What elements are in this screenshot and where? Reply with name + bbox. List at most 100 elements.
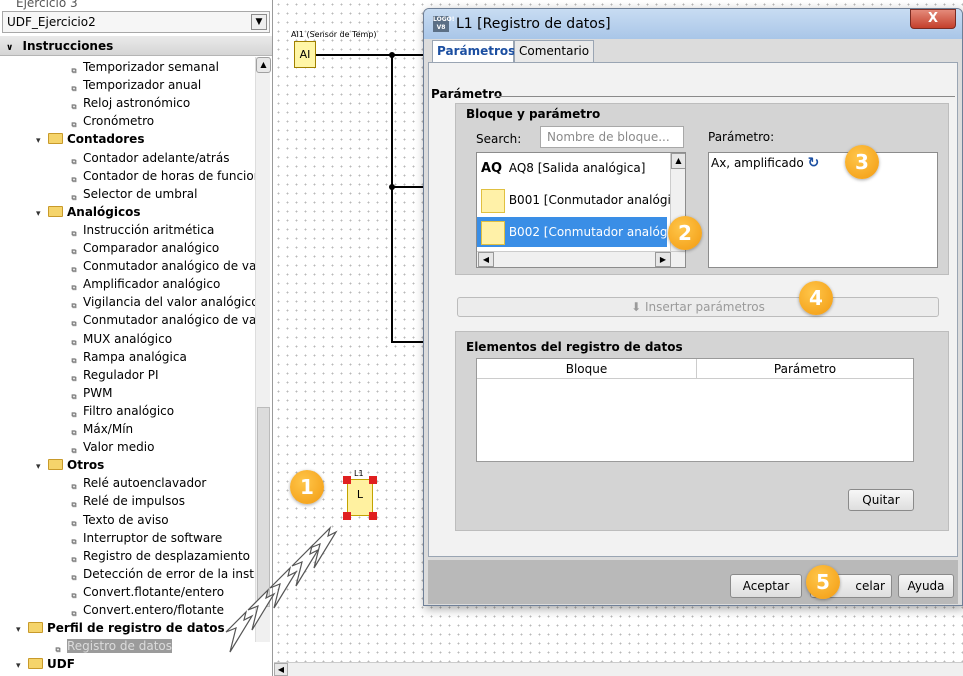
search-input[interactable]: Nombre de bloque... (540, 126, 684, 148)
tree-item[interactable]: ⧉ Filtro analógico (68, 402, 175, 420)
scroll-up-icon[interactable]: ▲ (256, 57, 271, 73)
tree-item-label: Contador de horas de funcion (83, 168, 262, 183)
expand-icon[interactable]: ▾ (36, 458, 48, 476)
project-select[interactable]: UDF_Ejercicio2 ▼ (2, 11, 270, 33)
tree-item[interactable]: ⧉ Regulador PI (68, 366, 159, 384)
tab-parametros[interactable]: Parámetros (432, 40, 515, 63)
tree-item-label: Relé de impulsos (83, 494, 185, 509)
tree-item-label: MUX analógico (83, 331, 173, 346)
resize-handle[interactable] (343, 476, 351, 484)
list-item[interactable]: B001 [Conmutador analógico (477, 185, 685, 215)
divider (495, 96, 955, 97)
group-title: Bloque y parámetro (466, 107, 601, 121)
tree-category[interactable]: ▾ Analógicos (36, 203, 141, 221)
tree-item[interactable]: ⧉ Relé de impulsos (68, 492, 185, 510)
chevron-down-icon[interactable]: ▼ (251, 14, 267, 30)
list-item[interactable]: AQ AQ8 [Salida analógica] (477, 153, 667, 183)
tree-item-label: Relé autoenclavador (83, 476, 207, 491)
list-hscrollbar[interactable]: ◀ ▶ (477, 251, 685, 267)
tree-item[interactable]: ⧉ Máx/Mín (68, 420, 134, 438)
block-list[interactable]: AQ AQ8 [Salida analógica] B001 [Conmutad… (476, 152, 686, 268)
tree-item-label: Instrucción aritmética (83, 222, 215, 237)
tree-category[interactable]: ▾ UDF (16, 655, 75, 673)
resize-handle[interactable] (369, 512, 377, 520)
data-log-block[interactable]: L (347, 479, 373, 516)
dialog-footer: Aceptar celar Ayuda (428, 560, 958, 604)
dialog-body: Parámetro Bloque y parámetro Search: Nom… (428, 62, 958, 557)
tree-item[interactable]: ⧉ PWM (68, 384, 113, 402)
remove-button[interactable]: Quitar (848, 489, 914, 511)
wire (391, 54, 393, 343)
insert-params-button[interactable]: ⬇ Insertar parámetros (457, 297, 939, 317)
tree-item[interactable]: ⧉ Contador de horas de funcion (68, 167, 262, 185)
tree-item[interactable]: ⧉ Registro de datos (52, 637, 172, 655)
tree-item[interactable]: ⧉ Contador adelante/atrás (68, 149, 230, 167)
tab-comentario[interactable]: Comentario (514, 40, 594, 62)
list-item-label: AQ8 [Salida analógica] (508, 161, 646, 175)
wire (316, 54, 424, 56)
tree-item[interactable]: ⧉ Amplificador analógico (68, 275, 221, 293)
tree-item[interactable]: ⧉ Instrucción aritmética (68, 221, 215, 239)
data-log-dialog: LOGO! V8 L1 [Registro de datos] X Paráme… (423, 8, 963, 606)
canvas-horizontal-scrollbar[interactable]: ◀ (274, 662, 963, 676)
tree-category[interactable]: ▾ Otros (36, 456, 104, 474)
tree-item[interactable]: ⧉ Vigilancia del valor analógico (68, 293, 259, 311)
tree-item-label: Convert.flotante/entero (83, 584, 225, 599)
tree-item[interactable]: ⧉ Selector de umbral (68, 185, 198, 203)
tree-item[interactable]: ⧉ MUX analógico (68, 330, 173, 348)
tree-category[interactable]: ▾ Perfil de registro de datos (16, 619, 225, 637)
tree-item[interactable]: ⧉ Relé autoenclavador (68, 474, 207, 492)
tree-item-label: Máx/Mín (83, 422, 134, 436)
close-button[interactable]: X (910, 9, 956, 29)
expand-icon[interactable]: ▾ (16, 621, 28, 639)
tree-item[interactable]: ⧉ Interruptor de software (68, 529, 223, 547)
tree-item[interactable]: ⧉ Conmutador analógico de valc (68, 311, 267, 329)
expand-icon[interactable]: ▾ (36, 132, 48, 150)
expand-icon[interactable]: ▾ (36, 205, 48, 223)
tree-item[interactable]: ⧉ Valor medio (68, 438, 155, 456)
scroll-up-icon[interactable]: ▲ (671, 153, 685, 169)
tree-item-label: Selector de umbral (83, 186, 198, 201)
help-button[interactable]: Ayuda (898, 574, 954, 598)
tree-category[interactable]: ▾ Contadores (36, 130, 144, 148)
scroll-right-icon[interactable]: ▶ (655, 252, 671, 267)
resize-handle[interactable] (369, 476, 377, 484)
tree-item[interactable]: ⧉ Convert.entero/flotante (68, 601, 225, 619)
tree-item[interactable]: ⧉ Cronómetro (68, 112, 155, 130)
tree-item[interactable]: ⧉ Convert.flotante/entero (68, 583, 225, 601)
tree-item-label: Reloj astronómico (83, 96, 191, 111)
section-header-instrucciones[interactable]: ∨ Instrucciones (0, 36, 272, 56)
scroll-left-icon[interactable]: ◀ (274, 663, 288, 676)
tree-item[interactable]: ⧉ Temporizador semanal (68, 58, 219, 76)
expand-icon[interactable]: ▾ (16, 657, 28, 675)
tree-item[interactable]: ⧉ Rampa analógica (68, 348, 187, 366)
column-header-bloque[interactable]: Bloque (477, 359, 697, 379)
tree-item[interactable]: ⧉ Texto de aviso (68, 511, 169, 529)
tree-item[interactable]: ⧉ Reloj astronómico (68, 94, 191, 112)
ai-block[interactable]: AI (294, 41, 316, 68)
folder-icon (28, 622, 43, 634)
tree-item[interactable]: ⧉ Conmutador analógico de valc (68, 257, 267, 275)
tree-item-label: Regulador PI (83, 367, 159, 382)
block-param-group: Bloque y parámetro Search: Nombre de blo… (455, 103, 949, 275)
param-list[interactable]: Ax, amplificado ↻ (708, 152, 938, 268)
param-item[interactable]: Ax, amplificado ↻ (711, 155, 819, 171)
tree-item-label: PWM (83, 385, 113, 400)
column-header-parametro[interactable]: Parámetro (697, 359, 913, 379)
mouse-cursor-trail-icon (225, 526, 338, 653)
chevron-down-icon: ∨ (6, 43, 14, 53)
tree-item[interactable]: ⧉ Temporizador anual (68, 76, 202, 94)
analog-output-icon: AQ (481, 161, 503, 176)
analog-switch-icon (481, 220, 505, 245)
resize-handle[interactable] (343, 512, 351, 520)
accept-button[interactable]: Aceptar (730, 574, 802, 598)
tree-item-label: Amplificador analógico (83, 277, 221, 292)
tree-item[interactable]: ⧉ Comparador analógico (68, 239, 220, 257)
step-badge-3: 3 (845, 145, 879, 179)
tree-item-label: Texto de aviso (83, 512, 169, 527)
log-elements-table[interactable]: Bloque Parámetro (476, 358, 914, 462)
scroll-left-icon[interactable]: ◀ (478, 252, 494, 267)
tree-item-label: Analógicos (67, 204, 141, 219)
list-item-selected[interactable]: B002 [Conmutador analógico (477, 217, 685, 247)
dialog-titlebar[interactable]: LOGO! V8 L1 [Registro de datos] X (424, 9, 962, 39)
